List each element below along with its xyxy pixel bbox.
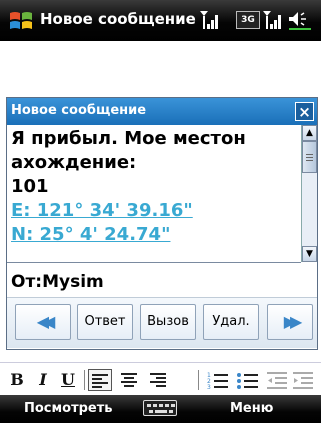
windows-start-icon[interactable]	[8, 8, 34, 34]
italic-button[interactable]: I	[34, 369, 52, 391]
toolbar-divider	[198, 370, 199, 390]
message-line: 101	[11, 176, 49, 197]
close-button[interactable]: ×	[295, 102, 314, 121]
underline-button[interactable]: U	[58, 369, 78, 391]
align-center-icon[interactable]	[117, 369, 141, 391]
dialog-title-bar: Новое сообщение ×	[7, 98, 317, 125]
bullet-list-icon[interactable]	[236, 369, 260, 391]
scroll-down-button[interactable]: ▼	[302, 246, 317, 262]
status-bar: Новое сообщение 3G	[0, 0, 321, 41]
menu-softkey[interactable]: Меню	[230, 401, 273, 416]
delete-button[interactable]: Удал.	[203, 304, 259, 340]
message-line: Я прибыл. Мое местон	[11, 128, 246, 149]
toolbar-divider	[84, 370, 85, 390]
message-line: ахождение:	[11, 152, 137, 173]
bold-button[interactable]: B	[8, 369, 26, 391]
message-text: Я прибыл. Мое местон ахождение: 101 E: 1…	[11, 127, 301, 247]
formatting-toolbar: B I U 123	[0, 362, 321, 396]
reply-button[interactable]: Ответ	[77, 304, 133, 340]
softkey-bar: Посмотреть Меню	[0, 395, 321, 423]
next-message-button[interactable]: ▶▶	[267, 304, 313, 340]
status-bar-title: Новое сообщение	[40, 10, 196, 28]
view-softkey[interactable]: Посмотреть	[24, 401, 113, 416]
decrease-indent-icon[interactable]	[266, 369, 290, 391]
latitude-link[interactable]: N: 25° 4' 24.74"	[11, 223, 301, 247]
new-message-dialog: Новое сообщение × Я прибыл. Мое местон а…	[6, 97, 318, 350]
dialog-title: Новое сообщение	[11, 103, 147, 118]
dialog-button-row: ◀◀ Ответ Вызов Удал. ▶▶	[7, 297, 317, 348]
previous-message-button[interactable]: ◀◀	[15, 304, 71, 340]
scroll-thumb[interactable]	[302, 141, 317, 173]
message-body-area[interactable]: Я прибыл. Мое местон ахождение: 101 E: 1…	[7, 125, 301, 263]
align-left-icon[interactable]	[88, 369, 112, 391]
align-right-icon[interactable]	[146, 369, 170, 391]
call-button[interactable]: Вызов	[140, 304, 196, 340]
signal-strength-icon[interactable]	[199, 10, 221, 30]
increase-indent-icon[interactable]	[292, 369, 316, 391]
svg-text:3: 3	[207, 384, 211, 389]
3g-icon: 3G	[236, 11, 260, 29]
keyboard-icon[interactable]	[143, 400, 177, 416]
rewind-arrow-icon: ◀◀	[36, 312, 55, 331]
scroll-up-button[interactable]: ▲	[302, 125, 317, 141]
sender-line: От:Mysim	[11, 272, 104, 292]
signal-strength-icon[interactable]	[262, 10, 284, 30]
forward-arrow-icon: ▶▶	[283, 312, 302, 331]
message-scrollbar[interactable]: ▲ ▼	[301, 125, 317, 262]
longitude-link[interactable]: E: 121° 34' 39.16"	[11, 199, 301, 223]
volume-icon[interactable]	[287, 9, 313, 31]
numbered-list-icon[interactable]: 123	[206, 369, 230, 391]
